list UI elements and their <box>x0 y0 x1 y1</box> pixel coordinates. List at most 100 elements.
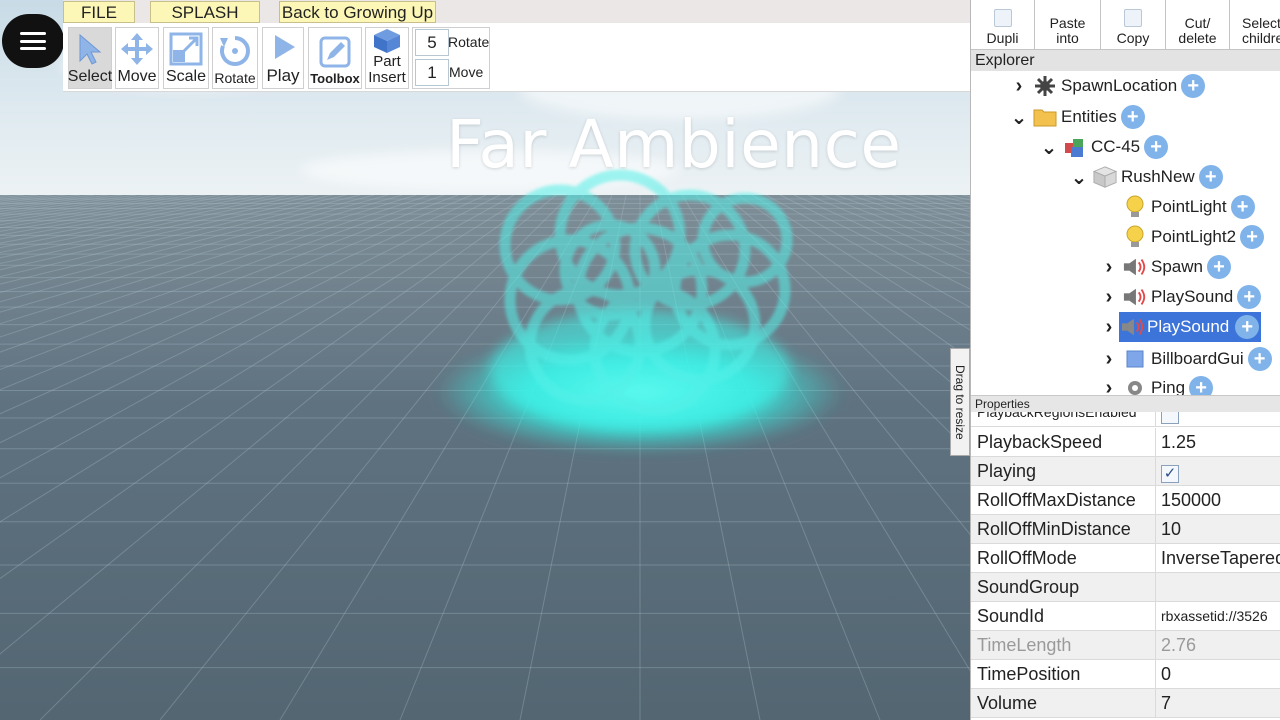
tree-item-cc-45[interactable]: ⌄ CC-45 + <box>1039 132 1169 162</box>
part-icon <box>1093 165 1117 189</box>
move-tool-button[interactable]: Move <box>115 27 159 89</box>
toolbox-label: Toolbox <box>310 71 360 86</box>
property-name: SoundId <box>977 606 1045 626</box>
tree-item-label: Spawn <box>1151 257 1203 276</box>
property-name: Volume <box>977 693 1038 713</box>
property-value[interactable]: 7 <box>1161 689 1280 717</box>
select-children-button[interactable]: Select children <box>1230 0 1280 50</box>
tree-item-label: PlaySound <box>1145 317 1232 337</box>
chevron-right-icon[interactable]: › <box>1099 316 1119 338</box>
property-row: TimePosition 0 <box>971 660 1280 689</box>
chevron-right-icon[interactable]: › <box>1009 75 1029 97</box>
light-bulb-icon <box>1123 225 1147 249</box>
move-step-input[interactable]: 1 <box>415 59 449 86</box>
chevron-down-icon[interactable]: ⌄ <box>1069 167 1089 189</box>
cut-delete-button[interactable]: Cut/ delete <box>1166 0 1230 50</box>
property-value[interactable]: 0 <box>1161 660 1280 688</box>
property-row: RollOffMinDistance 10 <box>971 515 1280 544</box>
part-label: Part <box>373 53 401 70</box>
property-value[interactable]: 10 <box>1161 515 1280 543</box>
property-name: PlaybackRegionsEnabled <box>977 412 1137 420</box>
tree-item-label: BillboardGui <box>1151 349 1244 368</box>
tree-item-label: SpawnLocation <box>1061 76 1178 95</box>
cursor-icon <box>73 32 107 66</box>
select-tool-label: Select <box>67 68 113 85</box>
light-bulb-icon <box>1123 195 1147 219</box>
move-tool-label: Move <box>117 68 157 85</box>
property-value[interactable]: rbxassetid://3526 <box>1161 602 1280 630</box>
add-child-icon[interactable]: + <box>1189 376 1214 395</box>
property-value[interactable] <box>1161 412 1280 426</box>
property-value[interactable]: ✓ <box>1161 457 1280 485</box>
tree-item-rushnew[interactable]: ⌄ RushNew + <box>1069 162 1223 192</box>
property-value[interactable]: 150000 <box>1161 486 1280 514</box>
back-to-growing-up-tab[interactable]: Back to Growing Up <box>279 1 436 23</box>
splash-menu-tab[interactable]: SPLASH <box>150 1 260 23</box>
property-row: RollOffMode InverseTapered <box>971 544 1280 573</box>
tree-item-ping[interactable]: › Ping + <box>1099 373 1214 396</box>
scale-icon <box>169 32 203 66</box>
cut-label: Cut/ <box>1184 15 1211 31</box>
into-label: into <box>1056 30 1079 46</box>
tree-item-pointlight[interactable]: PointLight + <box>1119 192 1255 222</box>
tree-item-spawn[interactable]: › Spawn + <box>1099 252 1231 282</box>
chevron-right-icon[interactable]: › <box>1099 256 1119 278</box>
explorer-header: Explorer <box>971 50 1280 71</box>
add-child-icon[interactable]: + <box>1198 165 1223 189</box>
play-button[interactable]: Play <box>262 27 304 89</box>
add-child-icon[interactable]: + <box>1235 315 1260 339</box>
rotate-step-label: Rotate <box>448 34 490 50</box>
file-menu-tab[interactable]: FILE <box>63 1 135 23</box>
billboard-gui-icon <box>1123 347 1147 371</box>
add-child-icon[interactable]: + <box>1240 225 1265 249</box>
game-viewport[interactable]: Far Ambience <box>0 0 970 720</box>
play-icon <box>266 30 300 64</box>
paste-into-button[interactable]: Paste into <box>1035 0 1101 50</box>
add-child-icon[interactable]: + <box>1120 105 1145 129</box>
toolbox-button[interactable]: Toolbox <box>308 27 362 89</box>
tree-item-playsound-selected[interactable]: › PlaySound + <box>1099 312 1262 342</box>
chevron-down-icon[interactable]: ⌄ <box>1009 107 1029 129</box>
property-value[interactable]: InverseTapered <box>1161 544 1280 572</box>
explorer-tree[interactable]: › SpawnLocation + ⌄ Entities + ⌄ CC-45 +… <box>971 71 1280 395</box>
chevron-right-icon[interactable]: › <box>1099 348 1119 370</box>
chevron-right-icon[interactable]: › <box>1099 286 1119 308</box>
explorer-actions: Dupli Paste into Copy Cut/ delete Select… <box>971 0 1280 50</box>
add-child-icon[interactable]: + <box>1144 135 1169 159</box>
property-value[interactable]: 1.25 <box>1161 428 1280 456</box>
part-insert-button[interactable]: Part Insert <box>365 27 409 89</box>
tree-item-playsound[interactable]: › PlaySound + <box>1099 282 1262 312</box>
copy-label: Copy <box>1116 30 1150 46</box>
checkbox-checked[interactable]: ✓ <box>1161 465 1179 484</box>
tree-item-spawnlocation[interactable]: › SpawnLocation + <box>1009 71 1206 101</box>
checkbox[interactable] <box>1161 412 1179 425</box>
add-child-icon[interactable]: + <box>1206 255 1231 279</box>
add-child-icon[interactable]: + <box>1230 195 1255 219</box>
model-icon <box>1063 135 1087 159</box>
scale-tool-button[interactable]: Scale <box>163 27 209 89</box>
add-child-icon[interactable]: + <box>1237 285 1262 309</box>
gear-icon <box>1123 376 1147 395</box>
chevron-right-icon[interactable]: › <box>1099 377 1119 396</box>
property-value: 2.76 <box>1161 635 1197 655</box>
chevron-down-icon[interactable]: ⌄ <box>1039 137 1059 159</box>
property-name: RollOffMode <box>977 548 1077 568</box>
drag-to-resize-handle[interactable]: Drag to resize <box>950 348 970 456</box>
properties-header: Properties <box>971 395 1280 412</box>
select-tool-button[interactable]: Select <box>68 27 112 89</box>
tree-item-pointlight2[interactable]: PointLight2 + <box>1119 222 1265 252</box>
rotate-tool-button[interactable]: Rotate <box>212 27 258 89</box>
add-child-icon[interactable]: + <box>1181 74 1206 98</box>
add-child-icon[interactable]: + <box>1247 347 1272 371</box>
duplicate-label: Dupli <box>986 30 1019 46</box>
property-name: TimeLength <box>977 635 1072 655</box>
selection-highlight: PlaySound + <box>1119 312 1262 342</box>
tree-item-billboardgui[interactable]: › BillboardGui + <box>1099 344 1272 374</box>
tree-item-entities[interactable]: ⌄ Entities + <box>1009 102 1145 132</box>
property-name: SoundGroup <box>977 577 1080 597</box>
duplicate-button[interactable]: Dupli <box>971 0 1035 50</box>
main-menu-button[interactable] <box>2 14 64 68</box>
rotate-step-input[interactable]: 5 <box>415 29 449 56</box>
tree-item-label: RushNew <box>1121 167 1195 186</box>
copy-button[interactable]: Copy <box>1101 0 1166 50</box>
